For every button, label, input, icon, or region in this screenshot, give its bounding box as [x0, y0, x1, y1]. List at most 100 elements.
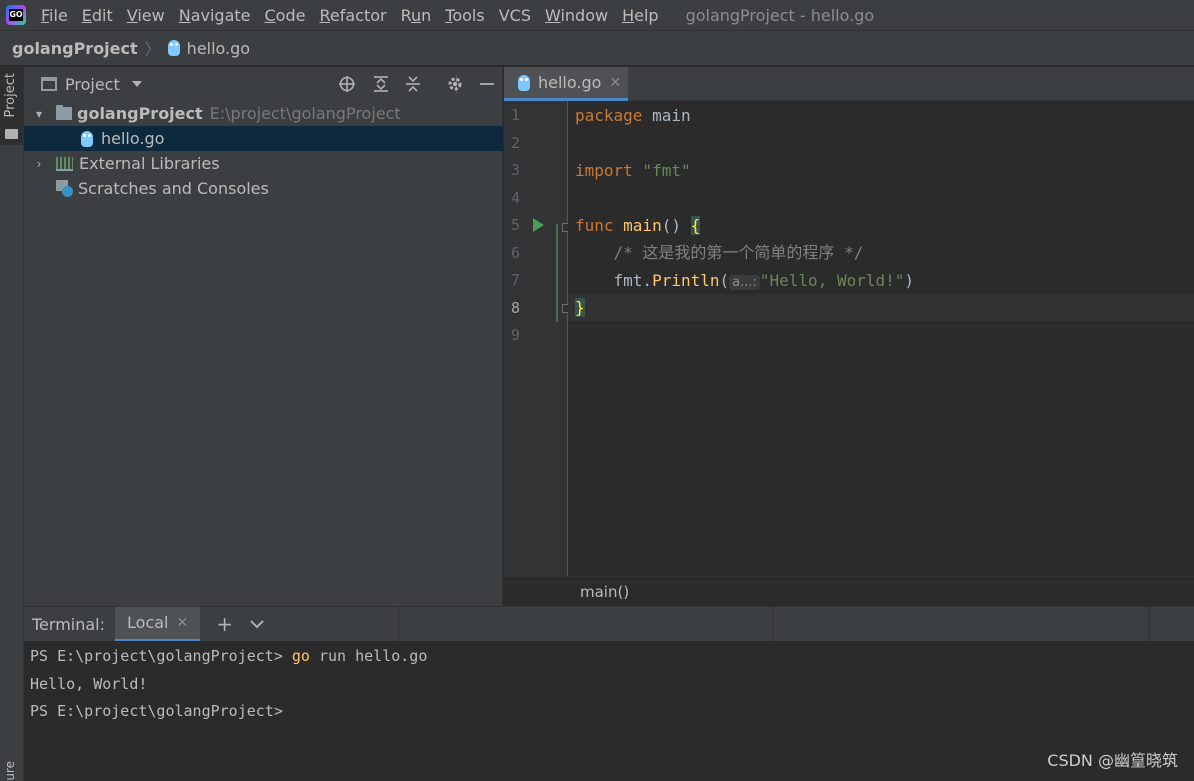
minimize-icon[interactable] — [478, 75, 496, 93]
menu-code-label: ode — [275, 5, 306, 25]
project-tool-tab-label: Project — [3, 73, 18, 118]
close-icon[interactable]: ✕ — [176, 615, 188, 631]
package-name: main — [642, 106, 691, 125]
menu-help-label: elp — [634, 5, 659, 25]
menu-navigate-mnemonic: N — [178, 5, 191, 25]
menu-view[interactable]: View — [127, 6, 165, 25]
menu-file-mnemonic: F — [41, 5, 50, 25]
close-icon[interactable]: ✕ — [609, 75, 621, 91]
go-file-icon — [518, 74, 530, 91]
left-tool-strip: Project ure — [0, 67, 24, 781]
libraries-icon — [56, 156, 73, 171]
breadcrumb-function[interactable]: main() — [580, 583, 629, 601]
menu-window[interactable]: Window — [545, 6, 608, 25]
menu-code[interactable]: Code — [265, 6, 306, 25]
function-name: main — [613, 216, 662, 235]
menu-edit-label: dit — [91, 5, 113, 25]
chevron-down-icon[interactable] — [131, 81, 142, 87]
tab-hello-go[interactable]: hello.go ✕ — [504, 67, 628, 101]
menu-run-suffix: n — [421, 5, 432, 25]
editor-breadcrumb-bar: main() — [504, 576, 1194, 606]
goland-logo-icon — [6, 5, 26, 25]
editor-tab-bar: hello.go ✕ — [504, 67, 1194, 101]
locate-icon[interactable] — [338, 75, 356, 93]
breadcrumb-separator-icon: 〉 — [144, 40, 161, 59]
close-brace: } — [575, 298, 585, 317]
tab-label: hello.go — [538, 73, 602, 92]
code-line-3: import "fmt" — [575, 157, 691, 184]
expand-all-icon[interactable] — [372, 75, 390, 93]
line-number: 1 — [510, 106, 520, 124]
tree-root-label: golangProject — [77, 104, 203, 123]
line-number: 4 — [510, 189, 520, 207]
tree-root-path: E:\project\golangProject — [209, 104, 401, 123]
project-panel-title[interactable]: Project — [65, 75, 120, 94]
code-line-7: fmt.Println(a...: "Hello, World!") — [575, 267, 914, 294]
tree-item-hello-go[interactable]: hello.go — [24, 126, 503, 151]
tree-item-scratches[interactable]: Scratches and Consoles — [24, 176, 503, 201]
code-line-1: package main — [575, 102, 691, 129]
project-tool-tab[interactable]: Project — [0, 67, 23, 145]
menu-window-label: indow — [560, 5, 609, 25]
terminal-header-divider — [1149, 607, 1150, 642]
terminal-line: PS E:\project\golangProject> — [30, 702, 283, 720]
change-marker — [556, 224, 558, 322]
add-icon[interactable]: + — [216, 612, 233, 636]
terminal-output[interactable]: PS E:\project\golangProject> go run hell… — [24, 641, 1194, 781]
parameter-hint: a...: — [729, 275, 760, 290]
menu-view-mnemonic: V — [126, 5, 138, 25]
terminal-line: PS E:\project\golangProject> go run hell… — [30, 647, 427, 665]
chevron-down-icon[interactable] — [249, 615, 265, 634]
terminal-command: go — [291, 647, 310, 665]
line-number: 7 — [510, 271, 520, 289]
window-title: golangProject - hello.go — [685, 5, 875, 25]
breadcrumb-file[interactable]: hello.go — [187, 39, 250, 58]
menu-help[interactable]: Help — [622, 6, 658, 25]
line-number: 8 — [510, 299, 520, 317]
menu-navigate[interactable]: Navigate — [179, 6, 251, 25]
chevron-right-icon[interactable]: › — [31, 157, 47, 171]
gear-icon[interactable] — [446, 75, 464, 93]
project-window-icon — [41, 77, 57, 91]
line-number: 3 — [510, 161, 520, 179]
menu-refactor-label: efactor — [329, 5, 387, 25]
terminal-tab-local[interactable]: Local ✕ — [115, 606, 201, 642]
keyword-package: package — [575, 106, 643, 125]
folder-icon — [56, 105, 72, 120]
run-gutter-icon[interactable] — [533, 218, 544, 232]
keyword-import: import — [575, 161, 633, 180]
terminal-args: run hello.go — [309, 647, 428, 665]
tree-scratches-label: Scratches and Consoles — [78, 179, 269, 198]
menu-run-prefix: R — [400, 5, 411, 25]
editor-gutter: 1 2 3 4 5 6 7 8 9 — [504, 101, 571, 576]
menu-file-label: ile — [49, 5, 68, 25]
terminal-label: Terminal: — [32, 614, 106, 634]
menu-file[interactable]: File — [41, 6, 68, 25]
menu-tools[interactable]: Tools — [445, 6, 484, 25]
menu-vcs[interactable]: VCS — [499, 6, 531, 25]
code-editor[interactable]: package main import "fmt" func main() { … — [568, 101, 1194, 576]
menu-run[interactable]: Run — [401, 6, 432, 25]
current-line-highlight — [568, 294, 1194, 321]
code-comment: /* 这是我的第一个简单的程序 */ — [575, 243, 864, 262]
menu-edit[interactable]: Edit — [82, 6, 113, 25]
code-line-8: } — [575, 294, 585, 321]
tree-item-external-libraries[interactable]: › External Libraries — [24, 151, 503, 176]
tree-libs-label: External Libraries — [79, 154, 220, 173]
tree-item-project-root[interactable]: ▾ golangProject E:\project\golangProject — [24, 101, 503, 126]
chevron-down-icon[interactable]: ▾ — [31, 107, 47, 121]
folder-icon — [5, 129, 18, 139]
menu-refactor-mnemonic: R — [319, 5, 330, 25]
collapse-all-icon[interactable] — [404, 75, 422, 93]
structure-tool-tab[interactable]: ure — [3, 761, 17, 781]
menu-window-mnemonic: W — [544, 5, 561, 25]
project-panel: Project ▾ golangProject E:\project\golan… — [24, 67, 503, 606]
terminal-header: Terminal: Local ✕ + — [24, 606, 1194, 642]
menu-refactor[interactable]: Refactor — [319, 6, 386, 25]
navigation-bar: golangProject 〉 hello.go — [0, 30, 1194, 66]
line-number: 9 — [510, 326, 520, 344]
breadcrumb-project[interactable]: golangProject — [12, 39, 138, 58]
import-path: "fmt" — [632, 161, 691, 180]
menu-vcs-label: VCS — [498, 5, 531, 25]
menu-bar: File Edit View Navigate Code Refactor Ru… — [0, 0, 1194, 30]
